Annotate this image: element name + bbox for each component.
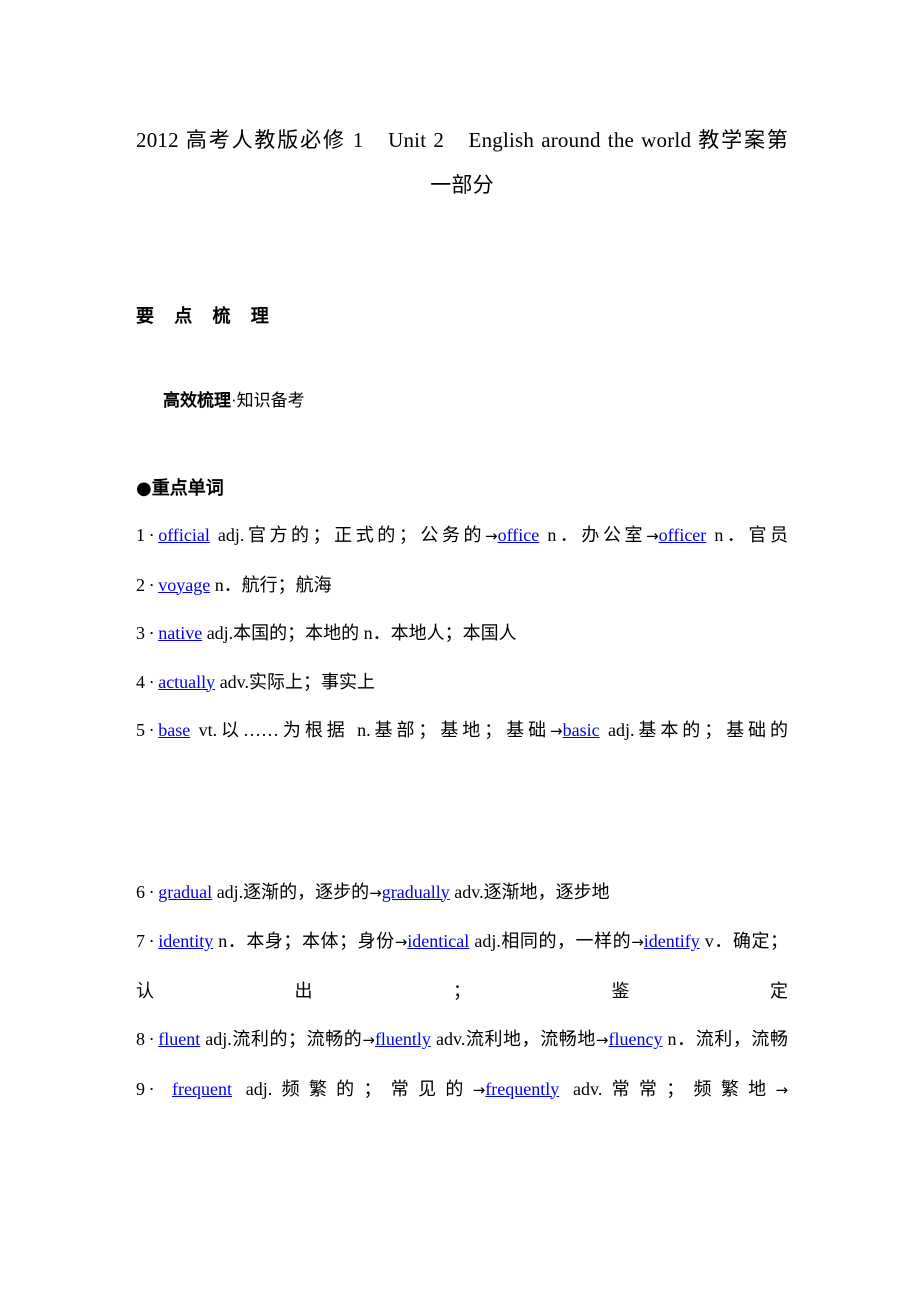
entry-number: 5 · [136,720,159,740]
vocabulary-entry: 3 · native adj.本国的；本地的 n．本地人；本国人 [136,609,788,658]
entry-definition-text: adj.逐渐的，逐步的 [212,881,370,902]
entry-definition-text: n．办公室 [539,525,647,545]
vocabulary-group-gap [136,756,788,868]
arrow-icon: → [595,1031,609,1049]
vocabulary-word-link[interactable]: basic [563,720,600,740]
page-content: 2012 高考人教版必修 1 Unit 2 English around the… [136,0,788,1114]
vocabulary-entry: 4 · actually adv.实际上；事实上 [136,658,788,707]
entry-definition-text: adj.基本的；基础的 [599,720,788,740]
vocabulary-entry: 7 · identity n．本身；本体；身份→identical adj.相同… [136,917,788,1015]
vocabulary-entry: 1 · official adj.官方的；正式的；公务的→office n．办公… [136,511,788,561]
vocabulary-entry: 8 · fluent adj.流利的；流畅的→fluently adv.流利地，… [136,1015,788,1065]
entry-number: 3 · [136,623,159,643]
entry-definition-text: adj.相同的，一样的 [469,931,632,951]
entry-definition-text: vt.以……为根据 n.基部；基地；基础 [190,720,550,740]
arrow-icon: → [646,527,659,545]
entry-definition-text: adv.逐渐地，逐步地 [449,881,610,902]
entry-definition-text: adj.官方的；正式的；公务的 [209,525,486,545]
vocabulary-word-link[interactable]: identify [644,931,700,951]
vocabulary-word-link[interactable]: identical [407,931,469,951]
section-heading-key-points: 要 点 梳 理 [136,306,276,327]
vocabulary-word-link[interactable]: office [498,525,540,545]
vocabulary-word-link[interactable]: official [158,525,210,545]
vocabulary-word-link[interactable]: fluent [158,1029,200,1049]
entry-definition-text: adv.流利地，流畅地 [430,1029,596,1049]
arrow-icon: → [472,1080,486,1099]
bullet-heading-key-words: ●重点单词 [136,478,224,499]
entry-definition-text: adj.流利的；流畅的 [200,1029,363,1049]
title-spacer [136,208,788,300]
vocabulary-word-link[interactable]: frequent [172,1079,232,1099]
sub-heading-strong-text: 高效梳理 [163,391,231,411]
sub-heading-rest-text: ·知识备考 [231,391,305,410]
entry-definition-text: n．官员 [706,525,789,545]
vocabulary-word-link[interactable]: voyage [158,575,210,595]
entry-number: 1 · [136,525,159,545]
vocabulary-word-link[interactable]: identity [158,931,213,951]
sub-heading-efficient-review: 高效梳理·知识备考 [136,334,788,467]
arrow-icon: → [369,883,382,902]
document-title-line-1: 2012 高考人教版必修 1 Unit 2 English around the… [136,128,788,152]
vocabulary-entry: 6 · gradual adj.逐渐的，逐步的→gradually adv.逐渐… [136,868,788,918]
vocabulary-word-link[interactable]: native [158,623,202,643]
vocabulary-list-group-2: 6 · gradual adj.逐渐的，逐步的→gradually adv.逐渐… [136,868,788,1115]
entry-number: 9 · [136,1078,159,1099]
vocabulary-word-link[interactable]: gradually [382,882,450,902]
arrow-icon: → [550,722,563,740]
vocabulary-entry: 5 · base vt.以……为根据 n.基部；基地；基础→basic adj.… [136,706,788,756]
vocabulary-word-link[interactable]: frequently [485,1079,559,1099]
entry-definition-text: adj.本国的；本地的 n．本地人；本国人 [202,623,517,643]
document-page: 2012 高考人教版必修 1 Unit 2 English around the… [0,0,920,1302]
vocabulary-word-link[interactable]: fluency [609,1029,663,1049]
entry-definition-text: adv.实际上；事实上 [215,671,376,692]
entry-definition-text: n．航行；航海 [210,574,332,595]
arrow-icon: → [631,933,644,951]
vocabulary-word-link[interactable]: fluently [375,1029,431,1049]
entry-definition-text: n．本身；本体；身份 [213,931,395,951]
vocabulary-word-link[interactable]: actually [158,672,215,692]
vocabulary-list-group-1: 1 · official adj.官方的；正式的；公务的→office n．办公… [136,511,788,756]
document-title: 2012 高考人教版必修 1 Unit 2 English around the… [136,0,788,208]
arrow-icon: → [362,1031,375,1049]
vocabulary-entry: 9 · frequent adj.频繁的；常见的→frequently adv.… [136,1065,788,1115]
entry-definition-text [158,1079,172,1099]
arrow-icon: → [775,1080,789,1099]
vocabulary-word-link[interactable]: gradual [158,882,212,902]
entry-definition-text: n．流利，流畅 [662,1029,788,1049]
vocabulary-entry: 2 · voyage n．航行；航海 [136,561,788,610]
entry-number: 2 · [136,574,159,595]
entry-number: 4 · [136,671,159,692]
vocabulary-word-link[interactable]: officer [659,525,707,545]
arrow-icon: → [394,933,408,951]
entry-number: 8 · [136,1029,159,1049]
entry-definition-text: adj.频繁的；常见的 [231,1078,473,1099]
vocabulary-word-link[interactable]: base [158,720,190,740]
entry-definition-text: adv.常常；频繁地 [559,1078,776,1099]
document-title-line-2: 一部分 [430,173,494,197]
entry-number: 7 · [136,931,159,951]
arrow-icon: → [485,527,498,545]
entry-number: 6 · [136,881,159,902]
